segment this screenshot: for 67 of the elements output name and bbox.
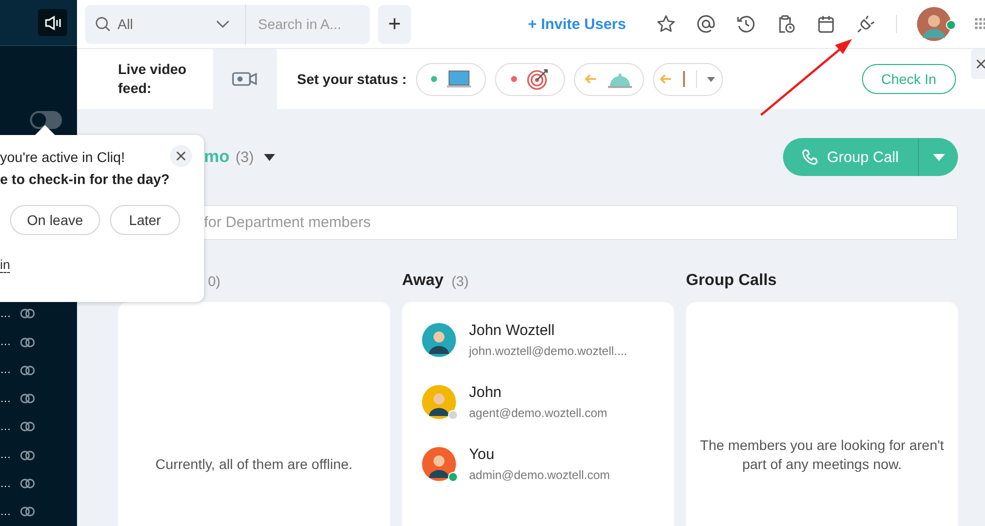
sidebar-item[interactable]: … <box>0 478 10 490</box>
sidebar-item[interactable]: … <box>0 308 10 320</box>
column-title: Away <box>402 272 444 290</box>
link-icon <box>20 477 35 490</box>
sidebar-item[interactable]: … <box>0 420 10 433</box>
column-count: 0) <box>208 273 220 289</box>
search-field[interactable]: All Search in A... <box>85 4 370 44</box>
live-video-label: Live video feed: <box>118 60 188 98</box>
laptop-icon <box>446 70 471 88</box>
member-name[interactable]: John Woztell <box>469 322 628 339</box>
speaker-icon <box>44 14 62 31</box>
link-icon <box>20 336 35 349</box>
link-icon <box>20 392 35 406</box>
chevron-icon <box>216 20 230 28</box>
history-icon[interactable] <box>736 14 756 34</box>
member-email: agent@demo.woztell.com <box>469 406 608 420</box>
scope-dropdown[interactable]: All <box>117 16 210 32</box>
sidebar-item[interactable]: … <box>0 392 10 405</box>
video-button[interactable] <box>213 49 277 109</box>
link-icon <box>20 448 35 462</box>
status-label: Set your status : <box>297 71 407 87</box>
column-count: (3) <box>452 273 469 289</box>
avatar <box>422 385 456 419</box>
status-option[interactable] <box>652 62 723 96</box>
calendar-icon[interactable] <box>816 14 836 34</box>
at-sign-icon[interactable] <box>696 14 716 34</box>
video-camera-icon <box>232 71 258 87</box>
member-email: john.woztell@demo.woztell.... <box>469 344 628 358</box>
toggle-switch[interactable] <box>30 111 62 129</box>
popup-button[interactable]: On leave <box>10 205 100 235</box>
close-button[interactable] <box>170 145 192 167</box>
star-icon[interactable] <box>656 14 676 34</box>
popup-question: e to check-in for the day? <box>0 171 171 187</box>
member-search-field[interactable]: for Department members <box>204 205 958 240</box>
add-button[interactable]: + <box>378 4 412 44</box>
phone-icon <box>801 148 819 166</box>
link-icon <box>20 420 35 434</box>
member-email: admin@demo.woztell.com <box>469 468 610 482</box>
caret-icon[interactable] <box>264 154 275 160</box>
status-option[interactable] <box>416 62 486 96</box>
column-title: Group Calls <box>686 272 777 290</box>
member-name[interactable]: John <box>469 384 608 401</box>
close-icon <box>176 151 186 161</box>
empty-message: Currently, all of them are offline. <box>154 455 354 474</box>
avatar <box>422 323 456 357</box>
status-option[interactable] <box>494 62 565 96</box>
target-icon <box>526 68 549 90</box>
link-icon <box>20 307 35 320</box>
caret-icon <box>707 76 716 82</box>
link-icon <box>20 364 35 377</box>
sidebar-item[interactable]: … <box>0 336 10 348</box>
popup-link[interactable]: in <box>0 257 10 273</box>
member-count: (3) <box>236 148 254 166</box>
popup-message: you're active in Cliq! <box>0 148 126 167</box>
link-icon <box>20 505 35 518</box>
search-icon <box>95 16 110 32</box>
empty-message: The members you are looking for aren't part of any meetings now. <box>699 436 945 474</box>
sidebar-item[interactable]: … <box>0 364 10 376</box>
speaker-button[interactable] <box>38 9 67 36</box>
avatar[interactable] <box>916 7 951 41</box>
sidebar-item[interactable]: … <box>0 506 10 518</box>
member-name[interactable]: You <box>469 446 610 463</box>
sidebar-item[interactable]: … <box>0 449 10 462</box>
avatar <box>422 447 456 481</box>
plug-icon[interactable] <box>856 14 876 34</box>
popup-button[interactable]: Later <box>110 205 180 235</box>
close-icon <box>976 59 985 69</box>
